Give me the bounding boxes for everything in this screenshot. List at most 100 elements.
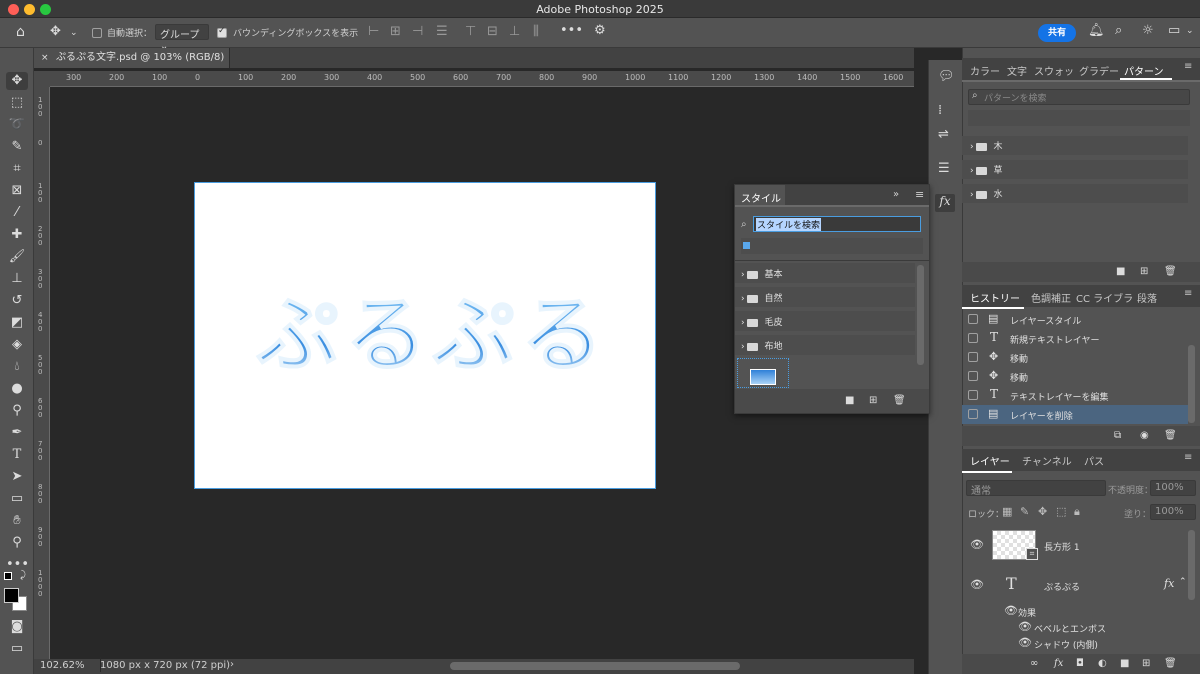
tab-cc-libraries[interactable]: CC ライブラ <box>1076 290 1133 305</box>
layers-scrollbar[interactable] <box>1188 530 1195 600</box>
collapse-effects-icon[interactable]: ⌃ <box>1179 577 1187 587</box>
swap-colors-icon[interactable]: ⤸ <box>20 570 26 581</box>
trash-icon[interactable]: 🗑︎ <box>1164 265 1177 279</box>
trash-icon[interactable]: 🗑︎ <box>893 394 906 408</box>
auto-select-dropdown[interactable]: グループ ⌄ <box>155 24 209 52</box>
fill-field[interactable]: 100% <box>1150 504 1196 520</box>
style-folder-fabric[interactable]: › 布地 <box>735 335 915 355</box>
align-middle-icon[interactable]: ⊟ <box>487 25 498 39</box>
align-center-icon[interactable]: ⊞ <box>390 25 401 39</box>
tab-paragraph[interactable]: 段落 <box>1137 290 1157 305</box>
pattern-folder-wood[interactable]: › 木 <box>962 136 1188 155</box>
close-tab-icon[interactable]: × <box>41 48 49 68</box>
style-folder-nature[interactable]: › 自然 <box>735 287 915 307</box>
lightbulb-icon[interactable]: ☼ <box>1142 24 1154 38</box>
auto-select-checkbox[interactable] <box>92 28 102 38</box>
path-select-tool[interactable]: ➤ <box>6 468 28 486</box>
frame-tool[interactable]: ⊠ <box>6 182 28 200</box>
history-item[interactable]: ▤ レイヤースタイル <box>962 310 1188 329</box>
zoom-tool[interactable]: ⚲ <box>6 534 28 552</box>
comments-icon[interactable]: 💬︎ <box>938 70 955 84</box>
new-folder-icon[interactable]: ■ <box>845 394 854 408</box>
tab-type[interactable]: 文字 <box>1007 63 1027 78</box>
visibility-eye-icon[interactable]: 👁︎ <box>1018 620 1032 633</box>
quick-select-tool[interactable]: ✎ <box>6 138 28 156</box>
effect-item[interactable]: 👁︎ シャドウ (内側) <box>962 635 1188 654</box>
link-layers-icon[interactable]: ∞ <box>1030 657 1038 671</box>
new-folder-icon[interactable]: ■ <box>1116 265 1125 279</box>
layer-name[interactable]: 長方形 1 <box>1044 540 1080 553</box>
distribute-vertical-icon[interactable]: ⫼ <box>533 25 539 39</box>
document-tab[interactable]: × ぷるぷる文字.psd @ 103% (RGB/8) * <box>34 48 230 83</box>
recent-style-swatch[interactable] <box>743 242 750 249</box>
collapse-panel-icon[interactable]: » <box>893 189 899 200</box>
visibility-eye-icon[interactable]: 👁︎ <box>1018 636 1032 649</box>
opacity-field[interactable]: 100% <box>1150 480 1196 496</box>
lock-position-icon[interactable]: ✥ <box>1038 505 1047 519</box>
chevron-down-icon[interactable]: ⌄ <box>70 26 78 40</box>
panel-menu-icon[interactable]: ≡ <box>1184 288 1192 299</box>
lock-artboard-icon[interactable]: ⬚ <box>1056 505 1066 519</box>
search-icon[interactable]: ⌕ <box>1115 24 1122 38</box>
tab-channels[interactable]: チャンネル <box>1022 453 1072 468</box>
brushes-icon[interactable]: ⁞ <box>938 104 942 118</box>
lasso-tool[interactable]: ➰ <box>6 116 28 134</box>
shape-tool[interactable]: ▭ <box>6 490 28 508</box>
history-item-selected[interactable]: ▤ レイヤーを削除 <box>962 405 1188 424</box>
screen-mode-icon[interactable]: ▭ <box>6 640 28 658</box>
blur-tool[interactable]: 💧︎ <box>6 358 28 376</box>
more-icon[interactable]: ••• <box>560 24 583 38</box>
style-folder-fur[interactable]: › 毛皮 <box>735 311 915 331</box>
move-tool-icon[interactable]: ✥ <box>50 25 61 39</box>
tab-paths[interactable]: パス <box>1084 453 1104 468</box>
new-doc-from-state-icon[interactable]: ⧉ <box>1114 429 1121 443</box>
eraser-tool[interactable]: ◩ <box>6 314 28 332</box>
foreground-color-swatch[interactable] <box>4 588 19 603</box>
share-button[interactable]: 共有 <box>1038 24 1076 42</box>
horizontal-scrollbar[interactable] <box>450 662 740 670</box>
align-left-icon[interactable]: ⊢ <box>368 25 379 39</box>
add-mask-icon[interactable]: ◘ <box>1076 657 1084 671</box>
pattern-folder-water[interactable]: › 水 <box>962 184 1188 203</box>
visibility-eye-icon[interactable]: 👁︎ <box>970 538 984 551</box>
styles-fx-icon[interactable]: fx <box>935 194 955 212</box>
dodge-tool[interactable]: ● <box>6 380 28 398</box>
layer-name[interactable]: ぷるぷる <box>1044 580 1080 593</box>
tab-swatches[interactable]: スウォッ <box>1034 63 1074 78</box>
panel-menu-icon[interactable]: ≡ <box>915 188 924 201</box>
zoom-level[interactable]: 102.62% <box>40 660 85 671</box>
stamp-tool[interactable]: ⊥ <box>6 270 28 288</box>
panel-menu-icon[interactable]: ≡ <box>1184 452 1192 463</box>
style-preset-selected[interactable] <box>737 358 789 388</box>
trash-icon[interactable]: 🗑︎ <box>1164 657 1177 671</box>
eyedropper-tool[interactable]: ⁄ <box>6 204 28 222</box>
fx-badge[interactable]: fx <box>1164 577 1174 590</box>
crop-tool[interactable]: ⌗ <box>6 160 28 178</box>
pattern-search-input[interactable]: ⌕ パターンを検索 <box>968 89 1190 105</box>
lock-transparent-icon[interactable]: ▦ <box>1002 505 1012 519</box>
trash-icon[interactable]: 🗑︎ <box>1164 429 1177 443</box>
hand-tool[interactable]: ✋︎ <box>6 512 28 530</box>
add-style-icon[interactable]: fx <box>1054 657 1063 671</box>
new-pattern-icon[interactable]: ⊞ <box>1140 265 1148 279</box>
style-folder-basic[interactable]: › 基本 <box>735 263 915 283</box>
align-top-icon[interactable]: ⊤ <box>465 25 476 39</box>
panel-menu-icon[interactable]: ≡ <box>1184 61 1192 72</box>
bbox-checkbox[interactable] <box>217 26 227 38</box>
type-tool[interactable]: T <box>6 446 28 464</box>
history-item[interactable]: T 新規テキストレイヤー <box>962 329 1188 348</box>
distribute-icon[interactable]: ☰ <box>436 25 448 39</box>
layer-row[interactable]: 👁︎ T ぷるぷる fx ⌃ <box>962 566 1200 604</box>
style-search-input[interactable]: スタイルを検索 <box>753 216 921 232</box>
pattern-folder-grass[interactable]: › 草 <box>962 160 1188 179</box>
move-tool[interactable]: ✥ <box>6 72 28 90</box>
tab-color[interactable]: カラー <box>970 63 1000 78</box>
gear-icon[interactable]: ⚙ <box>594 24 606 38</box>
bell-icon[interactable]: 🔔︎ <box>1088 24 1105 38</box>
marquee-tool[interactable]: ⬚ <box>6 94 28 112</box>
tab-history[interactable]: ヒストリー <box>970 290 1020 305</box>
styles-scrollbar[interactable] <box>917 265 924 365</box>
visibility-eye-icon[interactable]: 👁︎ <box>970 578 984 591</box>
paint-bucket-tool[interactable]: ◈ <box>6 336 28 354</box>
brush-tool[interactable]: 🖌︎ <box>6 248 28 266</box>
